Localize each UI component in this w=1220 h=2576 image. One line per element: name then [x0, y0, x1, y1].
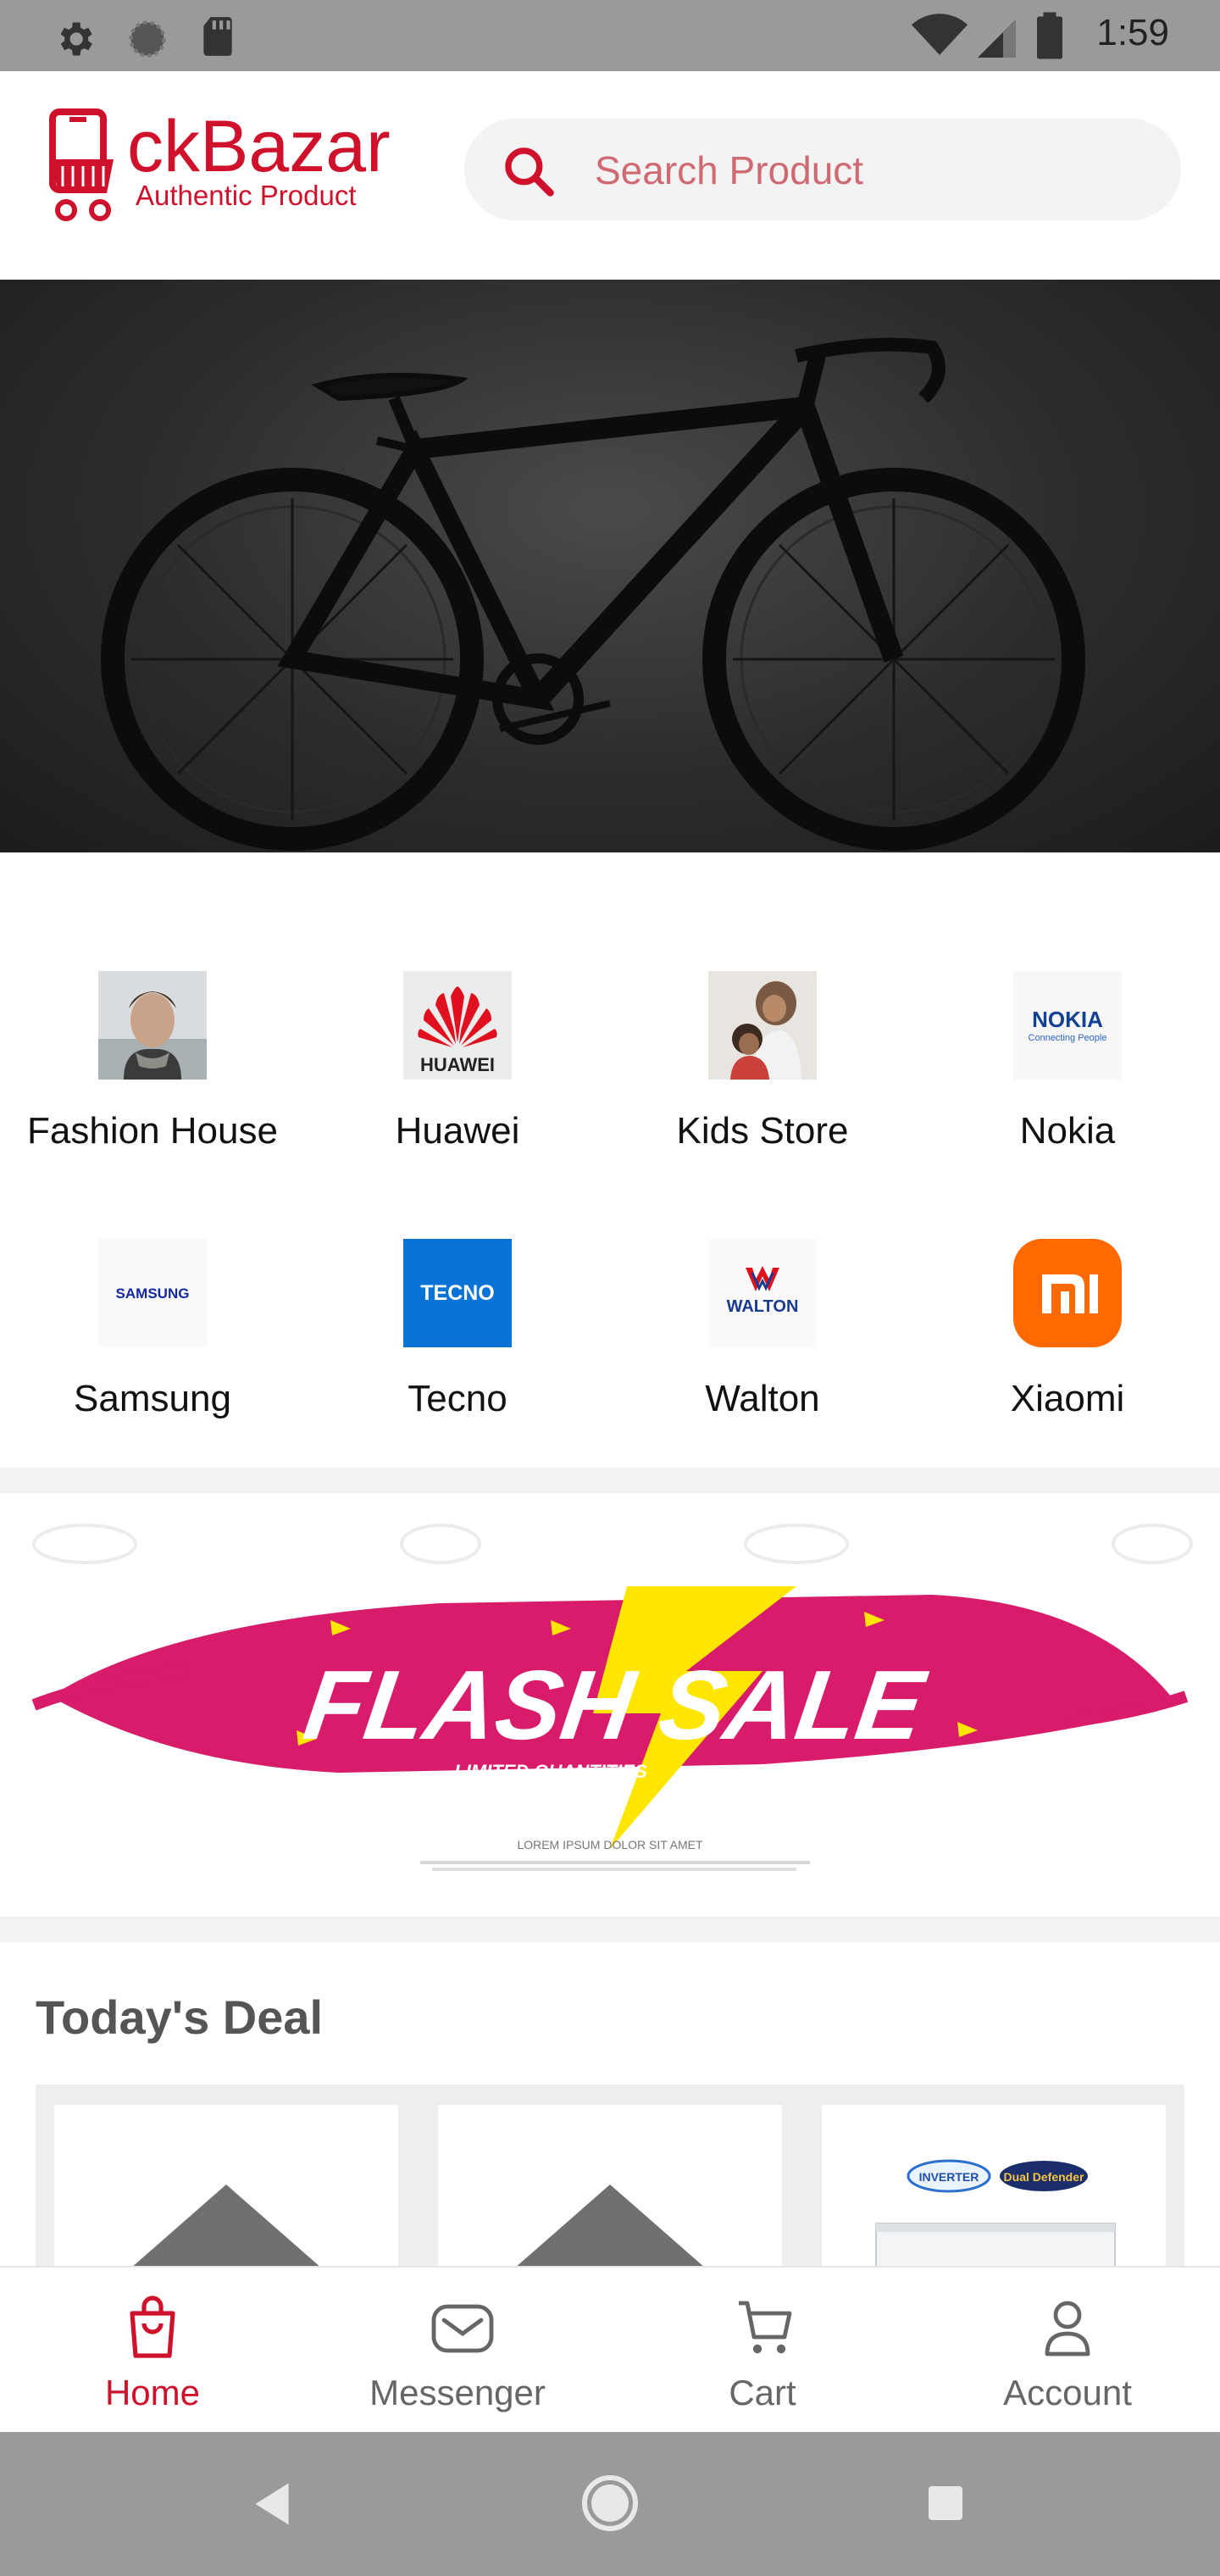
tecno-logo-icon: TECNO	[403, 1239, 512, 1347]
nav-home[interactable]: Home	[0, 2268, 305, 2434]
flash-sale-title: FLASH SALE	[298, 1650, 934, 1760]
category-xiaomi[interactable]: Xiaomi	[915, 1239, 1220, 1442]
walton-logo-icon: WALTON	[708, 1239, 817, 1347]
recents-icon[interactable]	[927, 2484, 964, 2522]
sync-icon	[129, 20, 166, 58]
wifi-icon	[912, 14, 968, 55]
xiaomi-logo-icon	[1013, 1239, 1122, 1347]
category-label: Walton	[705, 1378, 820, 1419]
walton-wordmark: WALTON	[727, 1297, 799, 1316]
deal-carousel[interactable]: INVERTER Dual Defender	[36, 2085, 1184, 2274]
category-huawei[interactable]: HUAWEI Huawei	[305, 971, 610, 1174]
nav-home-label: Home	[104, 2373, 201, 2412]
deal-card[interactable]	[438, 2105, 782, 2274]
logo-tagline: Authentic Product	[136, 180, 357, 211]
fashion-house-image	[98, 971, 207, 1080]
cart-icon	[739, 2301, 792, 2354]
shopping-bag-icon	[130, 2296, 175, 2358]
kids-store-image	[708, 971, 817, 1080]
category-label: Fashion House	[27, 1110, 278, 1152]
huawei-wordmark: HUAWEI	[420, 1054, 495, 1075]
todays-deal-title: Today's Deal	[36, 1990, 324, 2044]
tecno-wordmark: TECNO	[420, 1281, 495, 1305]
category-label: Xiaomi	[1010, 1378, 1125, 1419]
back-icon[interactable]	[251, 2481, 293, 2527]
nav-account-label: Account	[1003, 2373, 1132, 2412]
category-samsung[interactable]: SAMSUNG Samsung	[0, 1239, 305, 1442]
nav-messenger[interactable]: Messenger	[305, 2268, 610, 2434]
logo-text: ckBazar	[127, 106, 391, 187]
status-time: 1:59	[1096, 12, 1169, 53]
status-bar: 1:59	[0, 0, 1220, 71]
nav-messenger-label: Messenger	[369, 2373, 546, 2412]
category-fashion-house[interactable]: Fashion House	[0, 971, 305, 1174]
deal-card[interactable]: INVERTER Dual Defender	[822, 2105, 1166, 2274]
deal-badge-dual-defender: Dual Defender	[1004, 2170, 1084, 2184]
app-logo[interactable]: ckBazar Authentic Product	[46, 106, 419, 236]
bottom-navigation: Home Messenger Cart Account	[0, 2266, 1220, 2434]
flash-sale-subtitle: LIMITED QUANTITIES	[454, 1761, 647, 1782]
app-header: ckBazar Authentic Product Search Product	[0, 71, 1220, 280]
category-label: Huawei	[395, 1110, 520, 1152]
envelope-icon	[431, 2304, 494, 2353]
category-walton[interactable]: WALTON Walton	[610, 1239, 915, 1442]
search-input[interactable]: Search Product	[595, 147, 863, 193]
nav-account[interactable]: Account	[915, 2268, 1220, 2434]
huawei-logo-icon: HUAWEI	[403, 971, 512, 1080]
category-label: Tecno	[408, 1378, 507, 1419]
deal-badge-inverter: INVERTER	[919, 2170, 979, 2184]
user-icon	[1045, 2301, 1090, 2357]
nokia-wordmark: NOKIA	[1032, 1007, 1103, 1032]
nokia-tagline: Connecting People	[1029, 1033, 1107, 1043]
logo-cart-icon	[49, 108, 114, 221]
section-divider	[0, 1917, 1220, 1942]
signal-icon	[978, 19, 1016, 58]
placeholder-image	[507, 2185, 713, 2274]
sd-card-icon	[203, 17, 232, 56]
category-kids-store[interactable]: Kids Store	[610, 971, 915, 1174]
flash-sale-image: FLASH SALE LIMITED QUANTITIES LOREM IPSU…	[31, 1524, 1193, 1871]
samsung-wordmark: SAMSUNG	[116, 1285, 190, 1302]
nav-cart[interactable]: Cart	[610, 2268, 915, 2434]
hero-banner[interactable]	[0, 280, 1220, 852]
category-label: Nokia	[1019, 1110, 1116, 1152]
battery-icon	[1037, 12, 1062, 59]
refrigerator-image: INVERTER Dual Defender	[875, 2159, 1116, 2274]
deal-card[interactable]	[54, 2105, 398, 2274]
bicycle-image	[101, 337, 1085, 851]
nav-cart-label: Cart	[729, 2373, 796, 2412]
section-divider	[0, 1468, 1220, 1493]
samsung-logo-icon: SAMSUNG	[98, 1239, 207, 1347]
category-nokia[interactable]: NOKIA Connecting People Nokia	[915, 971, 1220, 1174]
flash-sale-banner[interactable]: FLASH SALE LIMITED QUANTITIES LOREM IPSU…	[0, 1493, 1220, 1917]
category-label: Kids Store	[676, 1110, 849, 1152]
nokia-logo-icon: NOKIA Connecting People	[1013, 971, 1122, 1080]
search-icon	[505, 147, 554, 197]
settings-icon	[60, 22, 92, 56]
system-navigation-bar	[0, 2432, 1220, 2576]
category-label: Samsung	[74, 1378, 231, 1419]
flash-sale-caption: LOREM IPSUM DOLOR SIT AMET	[517, 1838, 703, 1852]
search-bar[interactable]: Search Product	[464, 119, 1181, 220]
home-button-icon[interactable]	[581, 2474, 639, 2532]
placeholder-image	[123, 2185, 330, 2274]
category-tecno[interactable]: TECNO Tecno	[305, 1239, 610, 1442]
